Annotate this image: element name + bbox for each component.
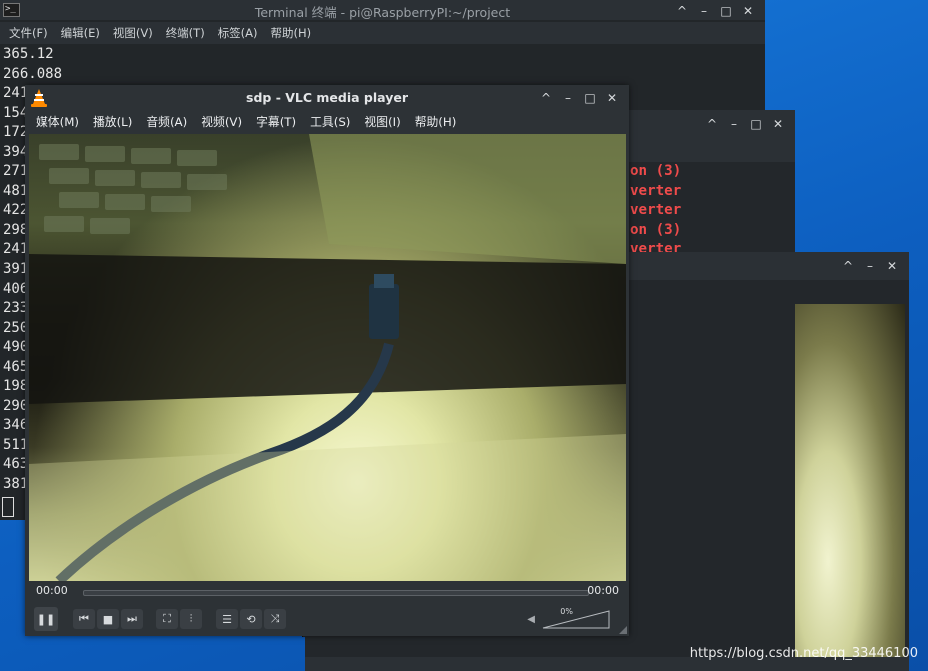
playlist-button[interactable]: ☰: [216, 609, 238, 629]
terminal-maximize-button[interactable]: □: [715, 0, 737, 22]
vlc-menu-subtitle[interactable]: 字幕(T): [256, 111, 296, 134]
vlc-menu-tools[interactable]: 工具(S): [310, 111, 350, 134]
speaker-icon[interactable]: ◀: [527, 614, 535, 625]
elapsed-time: 00:00: [36, 584, 68, 597]
total-time: 00:00: [587, 584, 619, 597]
fullscreen-icon: ⛶: [163, 612, 171, 625]
vlc-titlebar[interactable]: sdp - VLC media player ^ – □ ✕: [25, 85, 629, 111]
terminal-minimize-button[interactable]: –: [693, 0, 715, 22]
terminal-line: 365.12: [3, 46, 54, 62]
terminal-close-button[interactable]: ✕: [737, 0, 759, 22]
next-icon: ⏭: [127, 612, 137, 625]
loop-icon: ⟲: [246, 612, 256, 626]
log-line: on (3): [630, 221, 682, 238]
equalizer-icon: ⫶: [189, 612, 193, 625]
log-maximize-button[interactable]: □: [745, 113, 767, 135]
viewer-close-button[interactable]: ✕: [881, 255, 903, 277]
terminal-menu-edit[interactable]: 编辑(E): [61, 22, 100, 44]
terminal-line: 266.088: [3, 65, 63, 82]
previous-button[interactable]: ⏮: [73, 609, 95, 629]
watermark: https://blog.csdn.net/qq_33446100: [689, 646, 918, 661]
terminal-title: Terminal 终端 - pi@RaspberryPI:~/project: [254, 5, 511, 20]
stop-icon: ■: [102, 612, 114, 626]
vlc-menu-video[interactable]: 视频(V): [201, 111, 242, 134]
terminal-menu-tabs[interactable]: 标签(A): [218, 22, 258, 44]
log-close-button[interactable]: ✕: [767, 113, 789, 135]
terminal-menubar: 文件(F) 编辑(E) 视图(V) 终端(T) 标签(A) 帮助(H): [0, 22, 765, 44]
resize-grip[interactable]: [619, 626, 627, 634]
stop-button[interactable]: ■: [97, 609, 119, 629]
log-line: on (3): [630, 163, 682, 179]
vlc-menubar: 媒体(M) 播放(L) 音频(A) 视频(V) 字幕(T) 工具(S) 视图(I…: [25, 111, 629, 134]
vlc-minimize-button[interactable]: –: [557, 87, 579, 109]
terminal-titlebar[interactable]: >_ Terminal 终端 - pi@RaspberryPI:~/projec…: [0, 0, 765, 20]
terminal-collapse-button[interactable]: ^: [671, 0, 693, 22]
fullscreen-button[interactable]: ⛶: [156, 609, 178, 629]
volume-percent: 0%: [560, 607, 573, 616]
terminal-menu-view[interactable]: 视图(V): [113, 22, 153, 44]
vlc-menu-view[interactable]: 视图(I): [364, 111, 400, 134]
log-line: verter: [630, 202, 682, 219]
shuffle-icon: ⤨: [270, 612, 280, 625]
log-minimize-button[interactable]: –: [723, 113, 745, 135]
terminal-menu-terminal[interactable]: 终端(T): [166, 22, 205, 44]
next-button[interactable]: ⏭: [121, 609, 143, 629]
viewer-collapse-button[interactable]: ^: [837, 255, 859, 277]
shuffle-button[interactable]: ⤨: [264, 609, 286, 629]
vlc-window[interactable]: sdp - VLC media player ^ – □ ✕ 媒体(M) 播放(…: [25, 85, 629, 636]
volume-slider[interactable]: 0%: [541, 607, 611, 629]
vlc-menu-playback[interactable]: 播放(L): [93, 111, 132, 134]
vlc-controls: ❚❚ ⏮ ■ ⏭ ⛶ ⫶ ☰ ⟲ ⤨ ◀ 0%: [25, 601, 629, 636]
viewer-image: [795, 304, 905, 671]
vlc-menu-audio[interactable]: 音频(A): [146, 111, 187, 134]
previous-icon: ⏮: [79, 612, 89, 625]
terminal-menu-file[interactable]: 文件(F): [9, 22, 48, 44]
video-area[interactable]: [29, 134, 626, 581]
vlc-menu-media[interactable]: 媒体(M): [36, 111, 79, 134]
vlc-collapse-button[interactable]: ^: [535, 87, 557, 109]
pause-button[interactable]: ❚❚: [34, 607, 58, 631]
volume-wedge: [542, 610, 610, 629]
terminal-cursor: [2, 497, 14, 517]
playlist-icon: ☰: [222, 612, 232, 626]
log-line: verter: [630, 182, 682, 199]
seek-slider[interactable]: [83, 590, 589, 596]
vlc-menu-help[interactable]: 帮助(H): [415, 111, 457, 134]
extended-settings-button[interactable]: ⫶: [180, 609, 202, 629]
terminal-menu-help[interactable]: 帮助(H): [271, 22, 312, 44]
vlc-maximize-button[interactable]: □: [579, 87, 601, 109]
vlc-close-button[interactable]: ✕: [601, 87, 623, 109]
pause-icon: ❚❚: [36, 612, 56, 626]
video-frame: [29, 134, 626, 581]
viewer-minimize-button[interactable]: –: [859, 255, 881, 277]
vlc-timebar: 00:00 00:00: [25, 581, 629, 601]
loop-button[interactable]: ⟲: [240, 609, 262, 629]
log-collapse-button[interactable]: ^: [701, 113, 723, 135]
